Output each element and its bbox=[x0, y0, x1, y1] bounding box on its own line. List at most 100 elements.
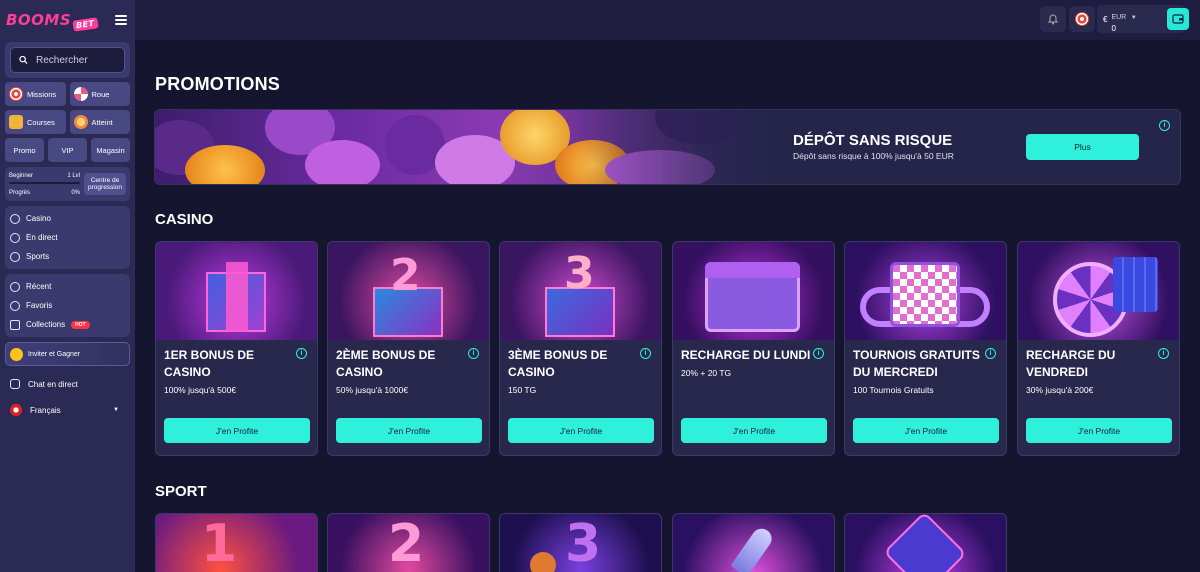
brand-logo[interactable]: BOOMS BET bbox=[6, 11, 99, 32]
invite-button[interactable]: Inviter et Gagner bbox=[5, 342, 130, 366]
nav-library: Récent Favoris Collections HOT bbox=[5, 274, 130, 337]
nav-collections[interactable]: Collections HOT bbox=[5, 315, 130, 334]
gift-1-image bbox=[156, 242, 317, 340]
card-title: 2ÈME BONUS DE CASINO bbox=[336, 348, 436, 379]
nav-favorites[interactable]: Favoris bbox=[5, 296, 130, 315]
casino-heading: CASINO bbox=[155, 211, 214, 228]
tournament-calendar-image bbox=[845, 242, 1006, 340]
promo-card: TOURNOIS GRATUITS DU MERCREDI i 100 Tour… bbox=[844, 241, 1007, 456]
sport-card-dice-image[interactable] bbox=[844, 513, 1007, 572]
info-icon[interactable]: i bbox=[985, 348, 996, 359]
card-description: 20% + 20 TG bbox=[681, 368, 732, 378]
card-description: 150 TG bbox=[508, 385, 537, 395]
progress-center-button[interactable]: Centre de progression bbox=[84, 173, 126, 195]
top-bar: € EUR ▼ 0 bbox=[135, 0, 1200, 40]
level-name: Beginner bbox=[9, 172, 34, 179]
card-description: 100 Tournois Gratuits bbox=[853, 385, 934, 395]
card-title: RECHARGE DU VENDREDI bbox=[1026, 348, 1116, 379]
target-icon bbox=[9, 87, 23, 101]
vip-button[interactable]: VIP bbox=[48, 138, 87, 162]
euro-icon: € bbox=[1103, 14, 1108, 24]
search-input[interactable] bbox=[36, 54, 116, 66]
trophy-icon bbox=[9, 115, 23, 129]
card-description: 100% jusqu'à 500€ bbox=[164, 385, 237, 395]
page-title: PROMOTIONS bbox=[155, 74, 281, 94]
claim-button[interactable]: J'en Profite bbox=[336, 418, 482, 443]
achievements-button[interactable]: Atteint bbox=[69, 110, 130, 134]
card-description: 50% jusqu'à 1000€ bbox=[336, 385, 409, 395]
sport-card-2-image[interactable]: 2 bbox=[327, 513, 490, 572]
menu-icon[interactable] bbox=[115, 15, 127, 25]
calendar-image bbox=[673, 242, 834, 340]
language-select[interactable]: Français ▼ bbox=[5, 402, 130, 418]
heart-icon bbox=[10, 300, 20, 311]
level-value: 1 Lvl bbox=[67, 172, 80, 179]
search-box[interactable] bbox=[10, 47, 125, 73]
sport-card-rocket-image[interactable] bbox=[672, 513, 835, 572]
progress-percent: 0% bbox=[71, 189, 80, 196]
promo-card: 1ER BONUS DE CASINO i 100% jusqu'à 500€ … bbox=[155, 241, 318, 456]
shop-button[interactable]: Magasin bbox=[91, 138, 130, 162]
card-title: RECHARGE DU LUNDI bbox=[681, 348, 811, 362]
claim-button[interactable]: J'en Profite bbox=[681, 418, 827, 443]
progress-label: Progrès bbox=[9, 189, 31, 196]
progress-panel: Beginner 1 Lvl Progrès 0% Centre de progre… bbox=[5, 167, 130, 201]
gift-3-image: 3 bbox=[500, 242, 661, 340]
card-description: 30% jusqu'à 200€ bbox=[1026, 385, 1094, 395]
nav-casino[interactable]: Casino bbox=[5, 209, 130, 228]
nav-main: Casino En direct Sports bbox=[5, 206, 130, 269]
wallet-button[interactable] bbox=[1167, 8, 1189, 30]
banner-subtitle: Dépôt sans risque à 100% jusqu'à 50 EUR bbox=[793, 151, 954, 161]
bell-icon bbox=[1047, 14, 1059, 25]
target-icon bbox=[1075, 12, 1089, 26]
info-icon[interactable]: i bbox=[468, 348, 479, 359]
races-button[interactable]: Courses bbox=[5, 110, 66, 134]
sport-heading: SPORT bbox=[155, 483, 207, 500]
nav-sports[interactable]: Sports bbox=[5, 247, 130, 266]
live-chat-button[interactable]: Chat en direct bbox=[5, 376, 130, 392]
promo-banner: DÉPÔT SANS RISQUE Dépôt sans risque à 10… bbox=[154, 109, 1181, 185]
live-icon bbox=[10, 232, 20, 243]
wallet-icon bbox=[1172, 14, 1184, 24]
wheel-icon bbox=[73, 87, 88, 101]
promo-button[interactable]: Promo bbox=[5, 138, 44, 162]
info-icon[interactable]: i bbox=[296, 348, 307, 359]
clock-icon bbox=[10, 281, 20, 292]
hot-badge: HOT bbox=[71, 320, 90, 329]
missions-top-button[interactable] bbox=[1069, 6, 1095, 32]
search-icon bbox=[19, 55, 28, 65]
claim-button[interactable]: J'en Profite bbox=[508, 418, 654, 443]
info-icon[interactable]: i bbox=[640, 348, 651, 359]
claim-button[interactable]: J'en Profite bbox=[164, 418, 310, 443]
promo-card: 2 2ÈME BONUS DE CASINO i 50% jusqu'à 100… bbox=[327, 241, 490, 456]
nav-recent[interactable]: Récent bbox=[5, 277, 130, 296]
search-panel bbox=[5, 42, 130, 78]
casino-icon bbox=[10, 213, 20, 224]
roulette-image bbox=[1018, 242, 1179, 340]
banner-more-button[interactable]: Plus bbox=[1026, 134, 1139, 160]
banner-title: DÉPÔT SANS RISQUE bbox=[793, 132, 953, 149]
sport-card-3-image[interactable]: 3 bbox=[499, 513, 662, 572]
card-title: 3ÈME BONUS DE CASINO bbox=[508, 348, 608, 379]
claim-button[interactable]: J'en Profite bbox=[853, 418, 999, 443]
notifications-button[interactable] bbox=[1040, 6, 1066, 32]
chat-icon bbox=[10, 379, 20, 389]
chevron-down-icon: ▼ bbox=[113, 407, 119, 413]
info-icon[interactable]: i bbox=[1158, 348, 1169, 359]
progress-bar bbox=[9, 181, 80, 184]
wheel-button[interactable]: Roue bbox=[69, 82, 130, 106]
promo-card: RECHARGE DU LUNDI i 20% + 20 TG J'en Pro… bbox=[672, 241, 835, 456]
sport-card-1-image[interactable]: 1 bbox=[155, 513, 318, 572]
ball-icon bbox=[10, 251, 20, 262]
claim-button[interactable]: J'en Profite bbox=[1026, 418, 1172, 443]
missions-button[interactable]: Missions bbox=[5, 82, 66, 106]
book-icon bbox=[10, 319, 20, 330]
card-title: 1ER BONUS DE CASINO bbox=[164, 348, 255, 379]
promo-card: RECHARGE DU VENDREDI i 30% jusqu'à 200€ … bbox=[1017, 241, 1180, 456]
nav-live[interactable]: En direct bbox=[5, 228, 130, 247]
gift-2-image: 2 bbox=[328, 242, 489, 340]
sidebar: BOOMSBET Missions Roue Courses Atteint P… bbox=[0, 0, 135, 572]
info-icon[interactable]: i bbox=[813, 348, 824, 359]
balance-amount: 0 bbox=[1111, 23, 1116, 33]
info-icon[interactable]: i bbox=[1159, 120, 1170, 131]
